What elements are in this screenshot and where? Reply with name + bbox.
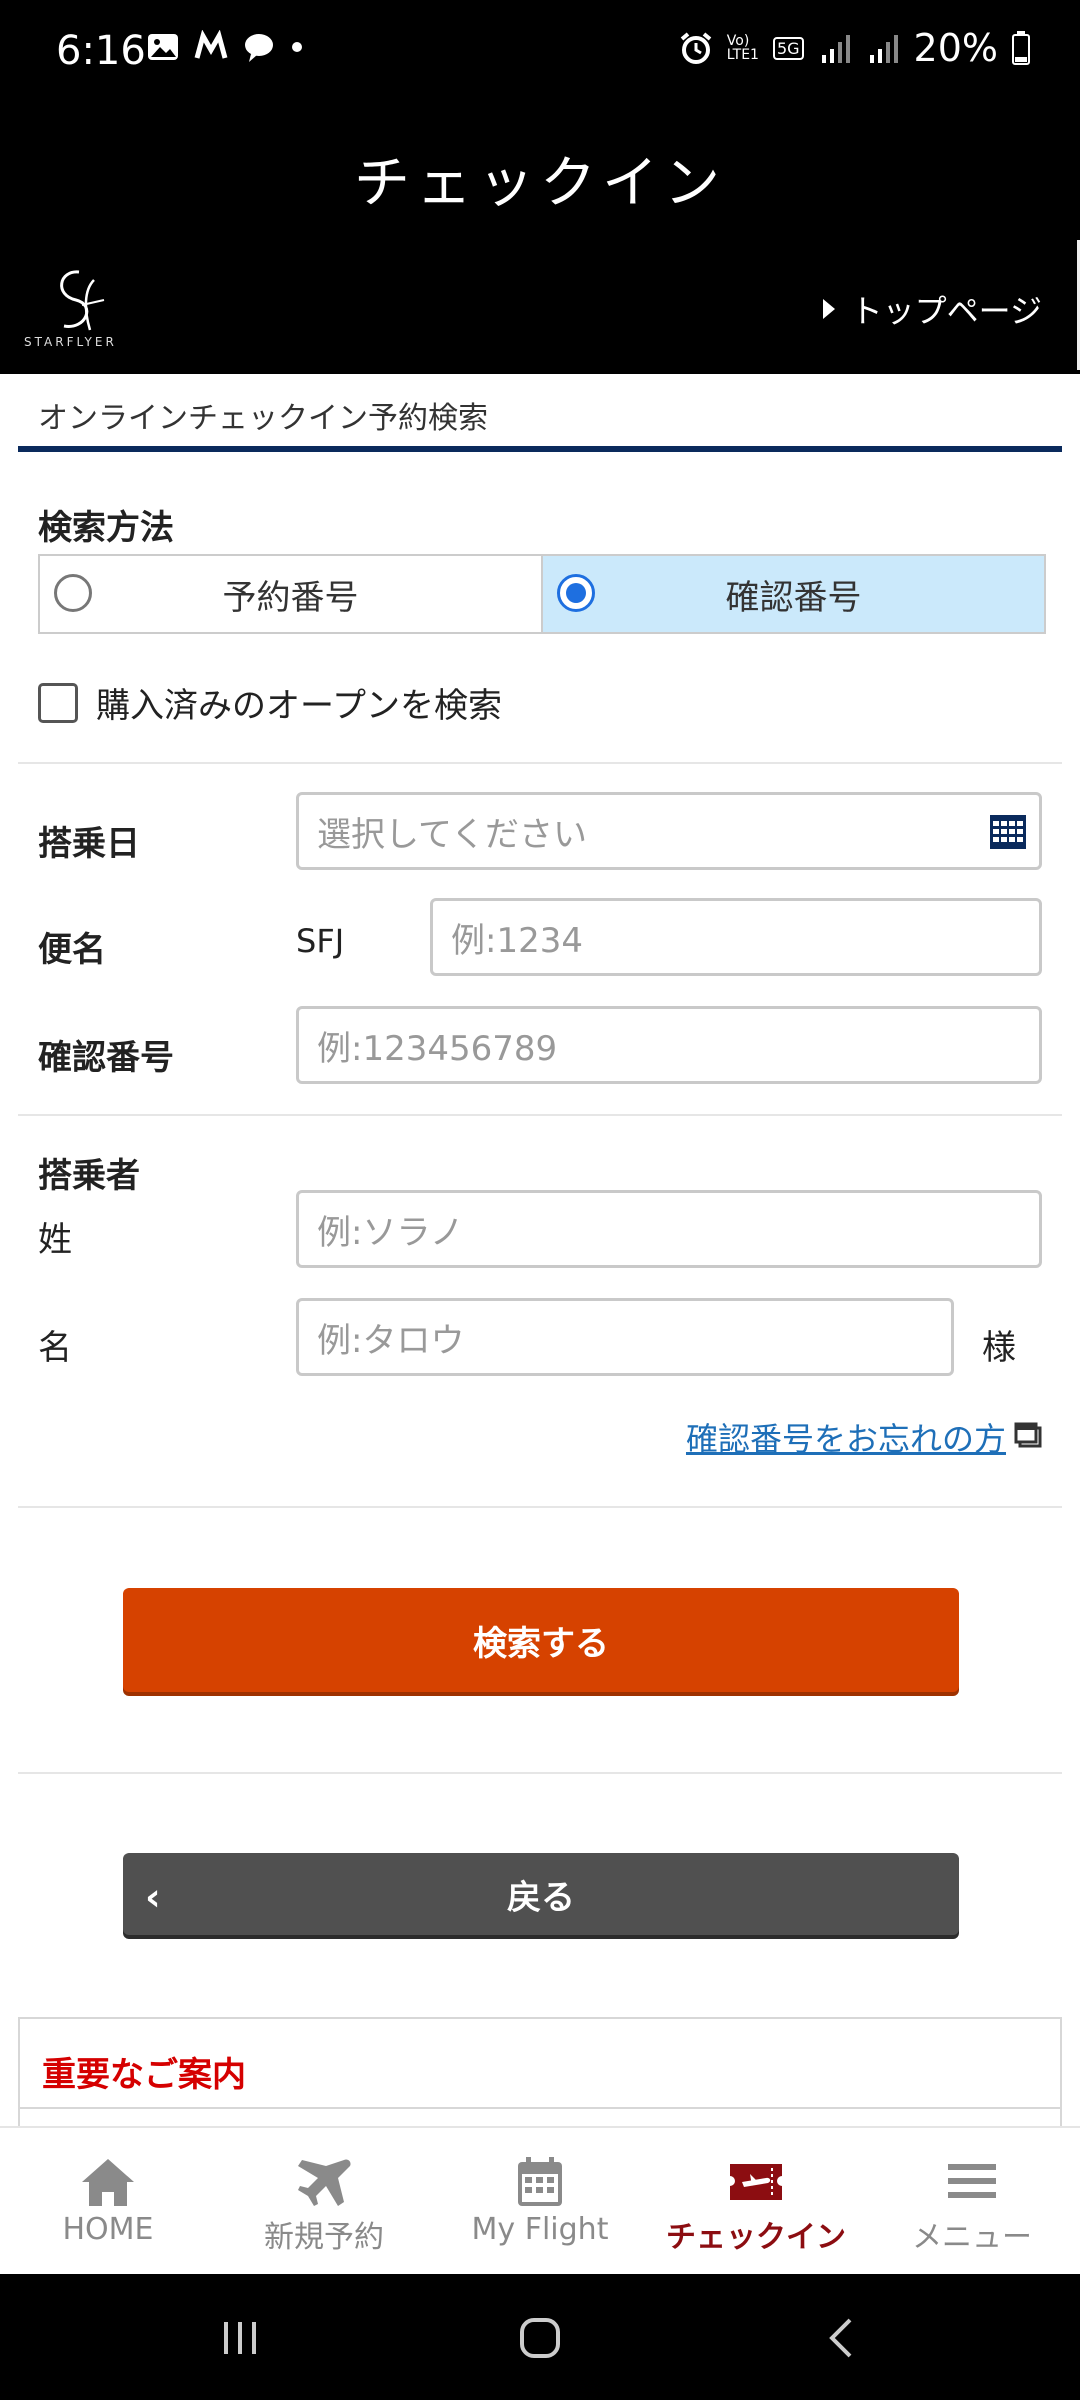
important-notice-box: 重要なご案内 (18, 2017, 1062, 2127)
battery-percent: 20% (913, 26, 998, 70)
chat-notification-icon (245, 34, 273, 62)
flight-number-placeholder: 例:1234 (451, 920, 583, 961)
recent-apps-icon[interactable] (218, 2316, 262, 2360)
alarm-icon (680, 32, 712, 64)
nav-menu-label: メニュー (912, 2220, 1032, 2255)
important-notice-title: 重要なご案内 (42, 2055, 246, 2095)
status-bar: 6:16 Vo) LTE1 5G 20% (0, 0, 1080, 110)
app-header: チェックイン STARFLYER トップページ (0, 110, 1080, 374)
open-ticket-checkbox-label: 購入済みのオープンを検索 (96, 686, 502, 726)
nav-checkin[interactable]: チェックイン (648, 2128, 864, 2276)
confirmation-number-placeholder: 例:123456789 (317, 1028, 558, 1069)
nav-menu[interactable]: メニュー (864, 2128, 1080, 2276)
section-subtitle: オンラインチェックイン予約検索 (38, 401, 488, 436)
signal-strength-icon-2 (869, 35, 898, 63)
divider (18, 1772, 1062, 1774)
radio-confirmation-number[interactable]: 確認番号 (541, 556, 1044, 632)
honorific-label: 様 (982, 1328, 1016, 1368)
last-name-placeholder: 例:ソラノ (317, 1212, 464, 1253)
forgot-confirmation-link[interactable]: 確認番号をお忘れの方 (686, 1414, 1006, 1460)
calendar-icon (518, 2157, 562, 2206)
status-system-icons: Vo) LTE1 5G 20% (679, 26, 1030, 70)
confirmation-number-label: 確認番号 (38, 1038, 174, 1078)
caret-right-icon (822, 299, 835, 319)
nav-my-flight-label: My Flight (471, 2212, 609, 2247)
boarding-date-field[interactable]: 選択してください (296, 792, 1042, 870)
search-method-label: 検索方法 (38, 508, 174, 548)
home-button-icon[interactable] (518, 2316, 562, 2360)
status-time: 6:16 (56, 28, 146, 74)
first-name-input[interactable]: 例:タロウ (296, 1298, 954, 1376)
back-button-label: 戻る (507, 1877, 575, 1918)
airplane-icon (298, 2159, 351, 2206)
home-icon (82, 2159, 134, 2206)
nav-new-booking-label: 新規予約 (264, 2220, 384, 2255)
volte-indicator: Vo) LTE1 (727, 34, 759, 62)
flight-number-label: 便名 (38, 930, 106, 970)
confirmation-number-input[interactable]: 例:123456789 (296, 1006, 1042, 1084)
external-window-icon[interactable] (1014, 1422, 1042, 1448)
nav-home[interactable]: HOME (0, 2128, 216, 2276)
hamburger-menu-icon (948, 2164, 996, 2198)
back-button[interactable]: ‹ 戻る (123, 1853, 959, 1935)
more-notifications-dot-icon (292, 42, 302, 52)
flight-number-input[interactable]: 例:1234 (430, 898, 1042, 976)
passenger-label: 搭乗者 (38, 1156, 140, 1196)
bottom-navigation: HOME 新規予約 My Flight チェックイン メニュー (0, 2126, 1080, 2276)
last-name-input[interactable]: 例:ソラノ (296, 1190, 1042, 1268)
radio-on-icon (557, 574, 595, 612)
notice-divider (18, 2107, 1062, 2109)
top-page-label: トップページ (850, 292, 1042, 330)
open-ticket-checkbox[interactable] (38, 682, 78, 723)
radio-off-icon (54, 574, 92, 612)
boarding-date-placeholder: 選択してください (317, 814, 587, 855)
logo-text: STARFLYER (24, 335, 117, 349)
system-navigation-bar (0, 2274, 1080, 2400)
subtitle-underline (18, 446, 1062, 452)
lte-label: LTE1 (726, 47, 759, 63)
chevron-left-icon: ‹ (145, 1875, 161, 1919)
nav-my-flight[interactable]: My Flight (432, 2128, 648, 2276)
divider (18, 762, 1062, 764)
search-button[interactable]: 検索する (123, 1588, 959, 1692)
last-name-label: 姓 (38, 1220, 72, 1260)
boarding-pass-icon (730, 2164, 782, 2200)
first-name-label: 名 (38, 1328, 72, 1368)
radio-reservation-number[interactable]: 予約番号 (40, 556, 541, 632)
5g-label: 5G (772, 36, 804, 60)
nav-new-booking[interactable]: 新規予約 (216, 2128, 432, 2276)
first-name-placeholder: 例:タロウ (317, 1320, 465, 1361)
signal-strength-icon (821, 35, 850, 63)
calendar-picker-icon (990, 815, 1026, 849)
search-method-radio-group: 予約番号 確認番号 (38, 554, 1046, 634)
volte-label: Vo) (726, 33, 750, 49)
divider (18, 1114, 1062, 1116)
page-title: チェックイン (354, 151, 726, 216)
top-page-link[interactable]: トップページ (822, 286, 1042, 332)
divider (18, 1506, 1062, 1508)
flight-prefix: SFJ (296, 922, 345, 960)
nav-home-label: HOME (62, 2212, 154, 2247)
battery-icon (1012, 31, 1030, 65)
boarding-date-label: 搭乗日 (38, 824, 140, 864)
radio-confirmation-number-label: 確認番号 (725, 577, 862, 618)
open-ticket-checkbox-row[interactable]: 購入済みのオープンを検索 (38, 678, 502, 727)
gallery-notification-icon (148, 34, 178, 60)
radio-reservation-number-label: 予約番号 (222, 577, 359, 618)
back-nav-icon[interactable] (820, 2316, 864, 2360)
m-app-notification-icon (194, 30, 228, 59)
nav-checkin-label: チェックイン (666, 2220, 846, 2255)
status-notification-icons (146, 30, 304, 64)
